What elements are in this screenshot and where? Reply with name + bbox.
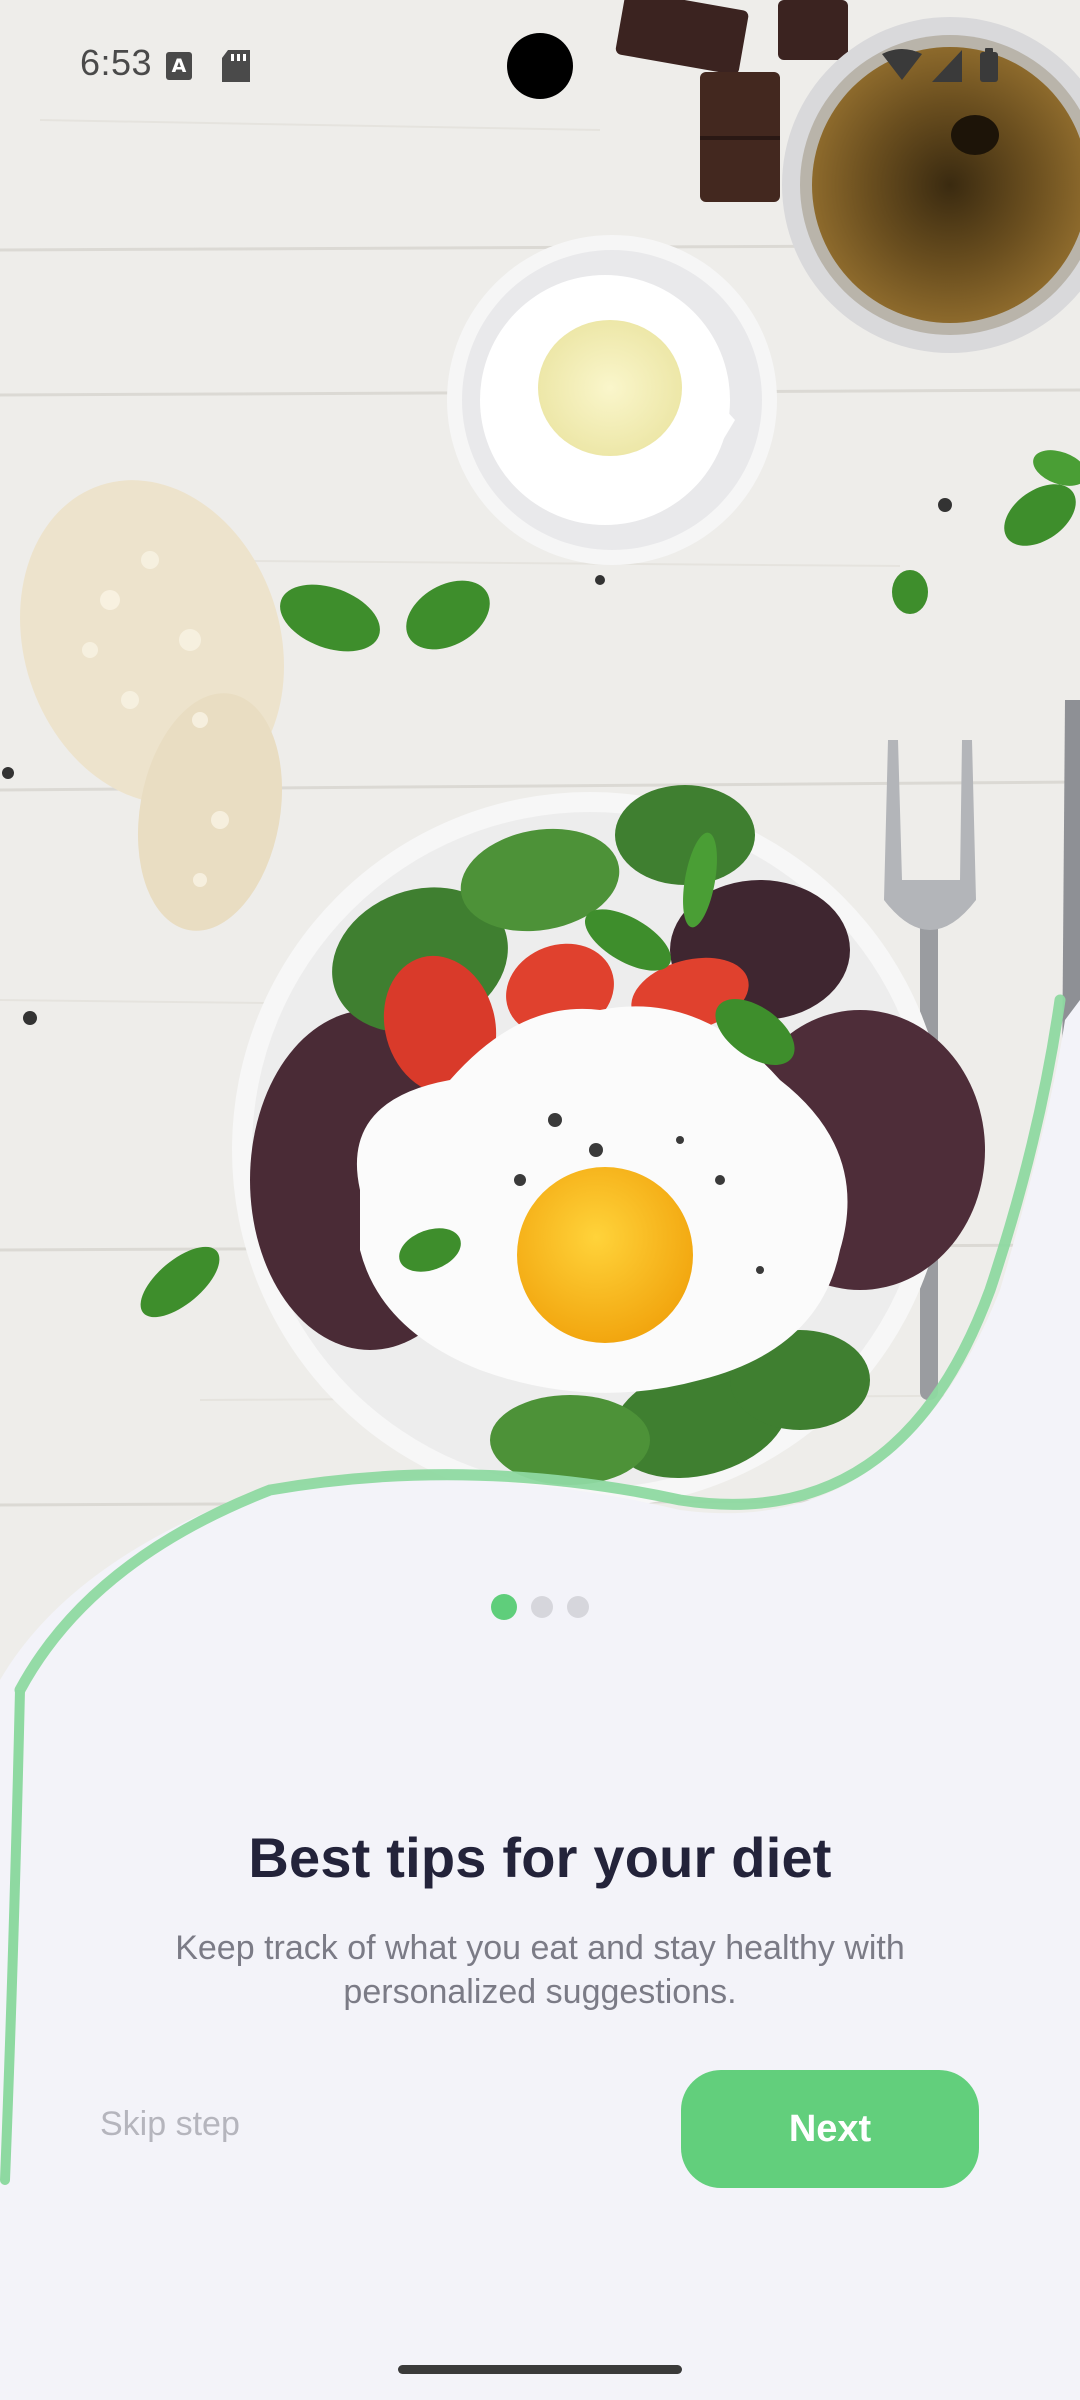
cellular-signal-icon	[932, 50, 962, 82]
keyboard-a-icon: A	[166, 52, 192, 80]
home-indicator[interactable]	[398, 2365, 682, 2374]
wifi-icon	[882, 49, 922, 80]
page-indicator	[0, 1594, 1080, 1620]
page-dot-1-active[interactable]	[491, 1594, 517, 1620]
sd-card-icon	[222, 50, 250, 82]
status-right-icons	[880, 48, 1010, 84]
status-bar: 6:53 A	[0, 0, 1080, 130]
page-dot-2[interactable]	[531, 1596, 553, 1618]
battery-icon	[980, 48, 998, 82]
next-button[interactable]: Next	[681, 2070, 979, 2188]
page-dot-3[interactable]	[567, 1596, 589, 1618]
onboarding-subtitle: Keep track of what you eat and stay heal…	[175, 1929, 905, 2011]
accent-curve	[0, 1690, 25, 2185]
skip-step-button[interactable]: Skip step	[100, 2105, 240, 2144]
camera-cutout	[507, 33, 573, 99]
status-time: 6:53	[80, 42, 153, 83]
onboarding-title: Best tips for your diet	[248, 1826, 832, 1889]
hero-food-image	[0, 0, 1080, 1700]
